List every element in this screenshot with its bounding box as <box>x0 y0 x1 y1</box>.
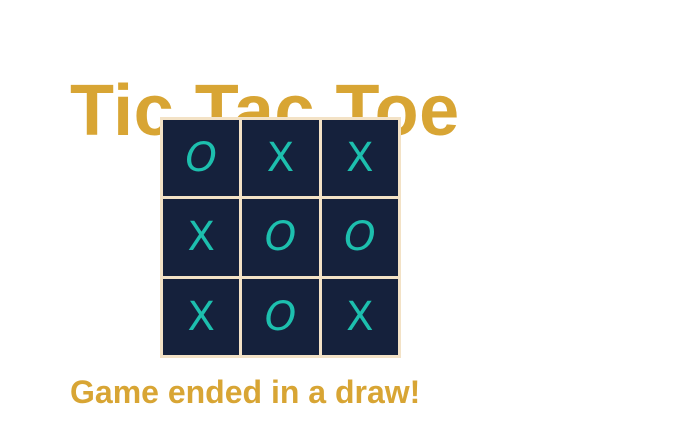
game-status-message: Game ended in a draw! <box>70 374 421 410</box>
board-cell-8[interactable]: O <box>242 278 319 355</box>
board-cell-5[interactable]: O <box>242 199 319 276</box>
board-cell-3[interactable]: X <box>321 120 398 197</box>
board-cell-4[interactable]: X <box>163 199 240 276</box>
cell-mark: O <box>344 214 376 261</box>
cell-mark: X <box>346 135 374 182</box>
game-board: O X X X O O X O X <box>160 117 401 358</box>
cell-mark: O <box>264 214 297 261</box>
cell-mark: O <box>264 293 297 340</box>
cell-mark: X <box>346 293 374 340</box>
cell-mark: X <box>187 214 215 261</box>
board-cell-1[interactable]: O <box>163 120 240 197</box>
cell-mark: O <box>185 135 217 182</box>
cell-mark: X <box>187 293 215 340</box>
board-cell-9[interactable]: X <box>321 278 398 355</box>
board-cell-6[interactable]: O <box>321 199 398 276</box>
board-cell-2[interactable]: X <box>242 120 319 197</box>
board-cell-7[interactable]: X <box>163 278 240 355</box>
cell-mark: X <box>266 135 295 182</box>
